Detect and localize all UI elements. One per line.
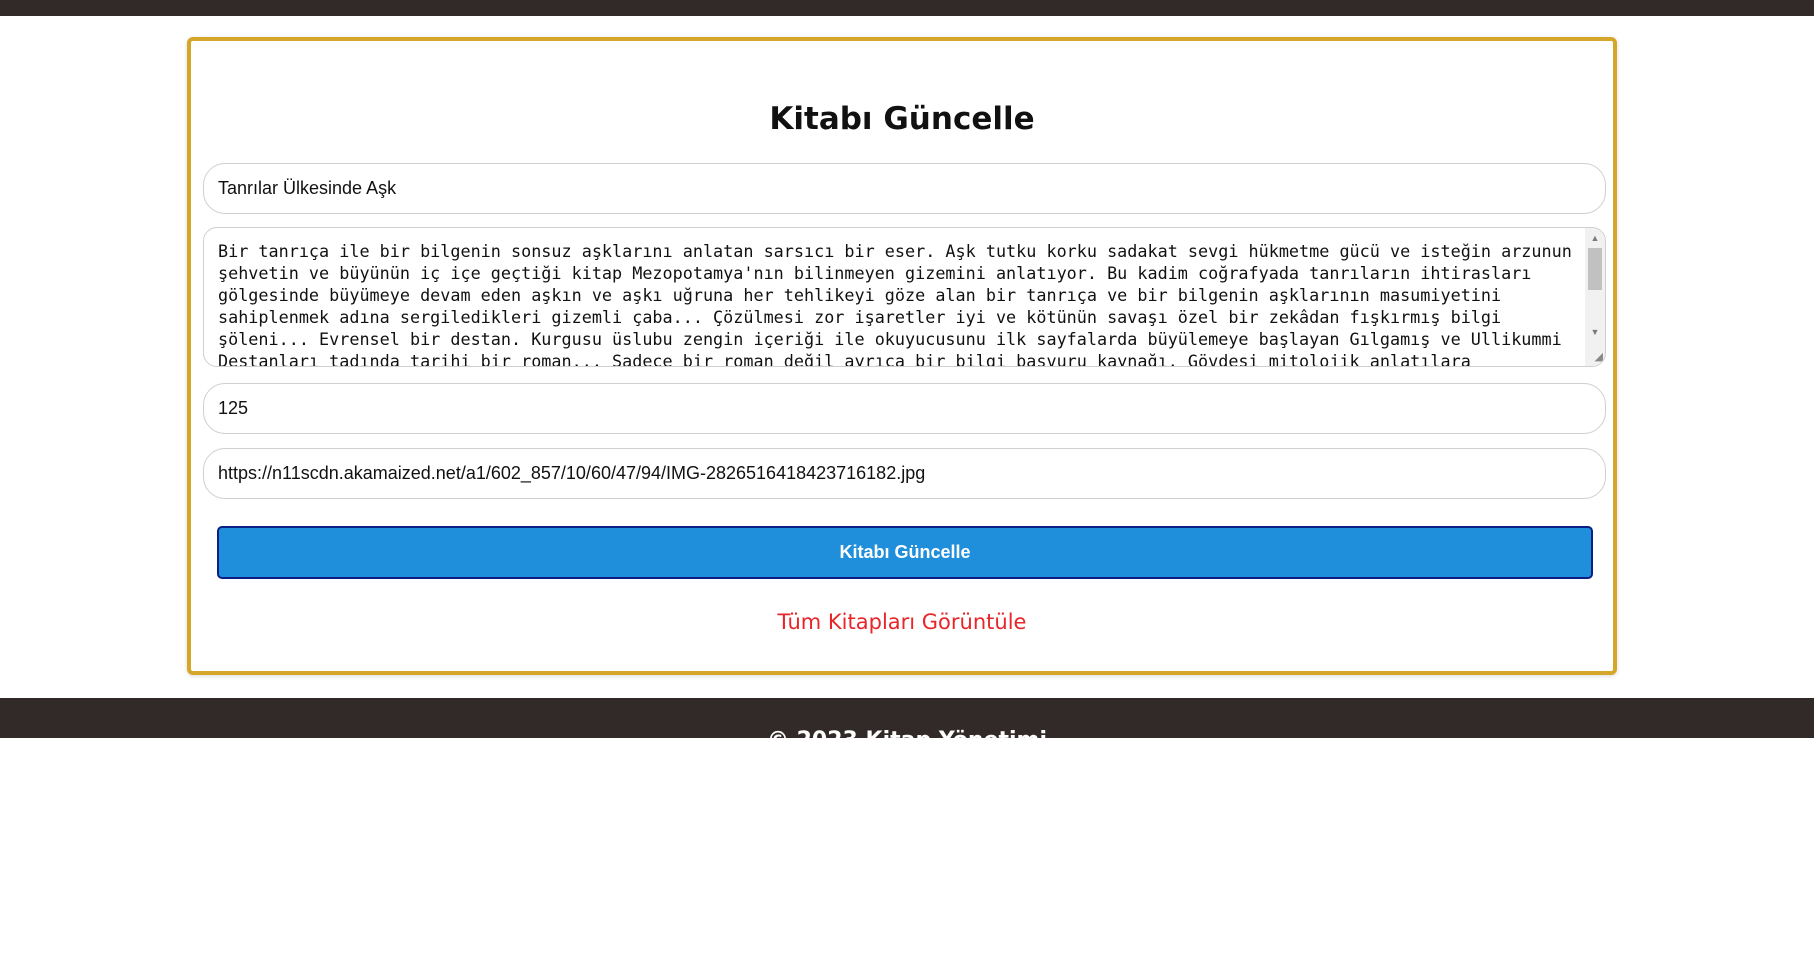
book-image-url-input[interactable] (203, 448, 1606, 499)
view-all-books-link[interactable]: Tüm Kitapları Görüntüle (191, 610, 1613, 634)
book-price-input[interactable] (203, 383, 1606, 434)
update-book-button[interactable]: Kitabı Güncelle (217, 526, 1593, 579)
update-book-card: Kitabı Güncelle Bir tanrıça ile bir bilg… (187, 37, 1617, 675)
page-title: Kitabı Güncelle (769, 101, 1035, 137)
footer-text: © 2023 Kitap Yönetimi (0, 728, 1814, 738)
scroll-up-arrow-icon[interactable]: ▲ (1585, 230, 1605, 246)
top-bar (0, 0, 1814, 16)
book-description-textarea[interactable]: Bir tanrıça ile bir bilgenin sonsuz aşkl… (204, 228, 1582, 366)
description-field: Bir tanrıça ile bir bilgenin sonsuz aşkl… (203, 227, 1606, 367)
footer-bar: © 2023 Kitap Yönetimi (0, 698, 1814, 738)
scroll-thumb[interactable] (1588, 248, 1602, 290)
book-title-input[interactable] (203, 163, 1606, 214)
scroll-down-arrow-icon[interactable]: ▼ (1585, 324, 1605, 340)
resize-grip-icon[interactable]: ◢ (1589, 350, 1603, 364)
textarea-scrollbar[interactable]: ▲ ▼ (1585, 228, 1605, 366)
